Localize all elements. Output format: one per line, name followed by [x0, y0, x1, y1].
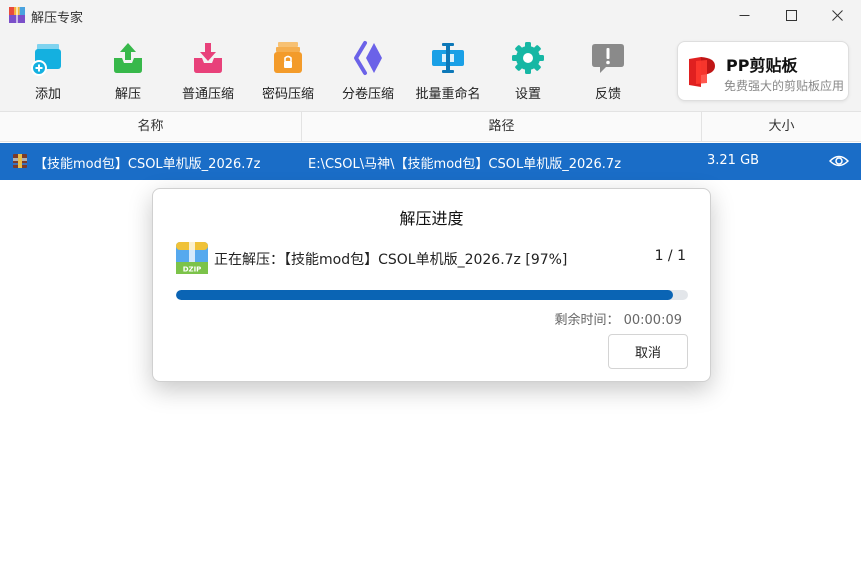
- progress-bar: [176, 290, 688, 300]
- dialog-title: 解压进度: [399, 209, 464, 228]
- file-count: 1 / 1: [654, 248, 686, 264]
- pp-clipboard-subtitle: 免费强大的剪贴板应用: [724, 79, 845, 93]
- maximize-button[interactable]: [768, 0, 814, 30]
- add-button[interactable]: 添加: [8, 40, 88, 106]
- gear-icon: [512, 42, 544, 74]
- feedback-label: 反馈: [594, 87, 621, 102]
- eye-icon[interactable]: [829, 153, 849, 169]
- extract-label: 解压: [114, 87, 141, 102]
- split-compress-label: 分卷压缩: [341, 87, 394, 102]
- split-volume-icon: [354, 41, 382, 75]
- app-logo-icon: [9, 7, 25, 23]
- extract-icon: [114, 43, 142, 73]
- add-folder-icon: [31, 44, 61, 76]
- close-icon: [831, 9, 843, 21]
- extract-status-text: 正在解压：【技能mod包】CSOL单机版_2026.7z [97%]: [214, 252, 568, 268]
- normal-compress-button[interactable]: 普通压缩: [168, 40, 248, 106]
- cancel-button[interactable]: 取消: [608, 334, 688, 369]
- progress-bar-fill: [176, 290, 673, 300]
- column-name-header[interactable]: 名称: [0, 112, 302, 141]
- settings-label: 设置: [514, 87, 541, 102]
- pp-clipboard-promo[interactable]: PP剪贴板 免费强大的剪贴板应用: [677, 41, 849, 101]
- svg-text:DZIP: DZIP: [183, 266, 202, 274]
- feedback-button[interactable]: 反馈: [568, 40, 648, 106]
- minimize-button[interactable]: [721, 0, 767, 30]
- file-path: E:\CSOL\马神\【技能mod包】CSOL单机版_2026.7z: [308, 157, 622, 172]
- batch-rename-button[interactable]: 批量重命名: [408, 40, 488, 106]
- title-bar: 解压专家: [0, 0, 861, 30]
- file-size: 3.21 GB: [707, 153, 760, 168]
- toolbar: 添加 解压 普通压缩 密码压缩 分卷压缩 批量重命名 设置 反馈 PP剪贴板 免…: [0, 30, 861, 111]
- file-name: 【技能mod包】CSOL单机版_2026.7z: [34, 157, 261, 172]
- zip-file-icon: DZIP: [176, 242, 208, 274]
- pp-clipboard-logo-icon: [689, 57, 715, 87]
- normal-compress-label: 普通压缩: [181, 87, 234, 102]
- pp-clipboard-name: PP剪贴板: [726, 56, 798, 75]
- minimize-icon: [739, 14, 749, 16]
- file-row[interactable]: 【技能mod包】CSOL单机版_2026.7z E:\CSOL\马神\【技能mo…: [0, 143, 861, 180]
- split-compress-button[interactable]: 分卷压缩: [328, 40, 408, 106]
- password-compress-button[interactable]: 密码压缩: [248, 40, 328, 106]
- feedback-icon: [592, 44, 624, 73]
- close-button[interactable]: [814, 0, 860, 30]
- window-title: 解压专家: [31, 11, 84, 26]
- file-list-header: 名称 路径 大小: [0, 111, 861, 142]
- extract-button[interactable]: 解压: [88, 40, 168, 106]
- maximize-icon: [785, 9, 797, 21]
- settings-button[interactable]: 设置: [488, 40, 568, 106]
- remaining-time: 剩余时间： 00:00:09: [554, 313, 682, 328]
- archive-file-icon: [13, 154, 27, 168]
- batch-rename-label: 批量重命名: [415, 87, 481, 102]
- lock-icon: [274, 42, 302, 73]
- add-label: 添加: [34, 87, 61, 102]
- extract-progress-dialog: 解压进度 DZIP 正在解压：【技能mod包】CSOL单机版_2026.7z […: [152, 188, 711, 382]
- batch-rename-icon: [432, 43, 464, 73]
- password-compress-label: 密码压缩: [261, 87, 314, 102]
- column-path-header[interactable]: 路径: [302, 112, 702, 141]
- compress-icon: [194, 43, 222, 73]
- column-size-header[interactable]: 大小: [702, 112, 861, 141]
